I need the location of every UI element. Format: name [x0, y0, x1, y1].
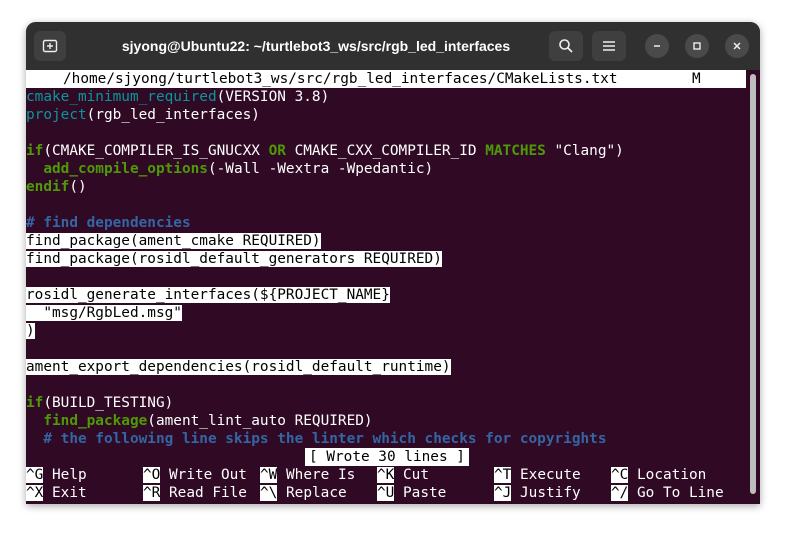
modified-flag: M	[692, 71, 701, 87]
search-button[interactable]	[549, 31, 583, 61]
shortcut-replace[interactable]: ^\ Replace	[260, 484, 347, 502]
scrollbar-thumb[interactable]	[750, 74, 756, 494]
terminal-window: sjyong@Ubuntu22: ~/turtlebot3_ws/src/rgb…	[26, 22, 760, 504]
maximize-icon	[693, 42, 701, 50]
close-icon	[733, 42, 741, 50]
shortcut-justify[interactable]: ^J Justify	[494, 484, 581, 502]
window-title: sjyong@Ubuntu22: ~/turtlebot3_ws/src/rgb…	[121, 38, 511, 54]
shortcut-paste[interactable]: ^U Paste	[377, 484, 446, 502]
code-line: find_package(ament_lint_auto REQUIRED)	[26, 413, 373, 429]
code-line: project(rgb_led_interfaces)	[26, 107, 260, 123]
code-line: find_package(rosidl_default_generators R…	[26, 251, 442, 267]
close-button[interactable]	[725, 34, 749, 58]
code-line: add_compile_options(-Wall -Wextra -Wpeda…	[26, 161, 434, 177]
title-bar: sjyong@Ubuntu22: ~/turtlebot3_ws/src/rgb…	[26, 22, 760, 70]
code-line: cmake_minimum_required(VERSION 3.8)	[26, 89, 330, 105]
shortcut-go-to-line[interactable]: ^/ Go To Line	[611, 484, 724, 502]
new-tab-icon	[42, 39, 58, 53]
shortcut-read-file[interactable]: ^R Read File	[143, 484, 247, 502]
shortcut-cut[interactable]: ^K Cut	[377, 466, 429, 484]
code-line: )	[26, 323, 35, 339]
shortcut-help[interactable]: ^G Help	[26, 466, 87, 484]
shortcut-write-out[interactable]: ^O Write Out	[143, 466, 247, 484]
comment-line: # the following line skips the linter wh…	[26, 431, 607, 447]
code-line: if(CMAKE_COMPILER_IS_GNUCXX OR CMAKE_CXX…	[26, 143, 624, 159]
code-line: "msg/RgbLed.msg"	[26, 305, 182, 321]
terminal-area[interactable]: /home/sjyong/turtlebot3_ws/src/rgb_led_i…	[26, 70, 748, 504]
nano-header: /home/sjyong/turtlebot3_ws/src/rgb_led_i…	[26, 70, 746, 88]
file-path: /home/sjyong/turtlebot3_ws/src/rgb_led_i…	[63, 71, 618, 87]
scrollbar[interactable]	[750, 74, 756, 500]
code-line: find_package(ament_cmake REQUIRED)	[26, 233, 321, 249]
minimize-button[interactable]	[645, 34, 669, 58]
hamburger-icon	[603, 41, 615, 51]
status-message: [ Wrote 30 lines ]	[305, 448, 469, 466]
new-tab-button[interactable]	[34, 31, 66, 61]
shortcut-location[interactable]: ^C Location	[611, 466, 706, 484]
search-icon	[559, 39, 573, 53]
code-line: rosidl_generate_interfaces(${PROJECT_NAM…	[26, 287, 390, 303]
code-line: endif()	[26, 179, 87, 195]
code-line: ament_export_dependencies(rosidl_default…	[26, 359, 451, 375]
code-line: if(BUILD_TESTING)	[26, 395, 174, 411]
shortcut-execute[interactable]: ^T Execute	[494, 466, 581, 484]
comment-line: # find dependencies	[26, 215, 191, 231]
shortcut-exit[interactable]: ^X Exit	[26, 484, 87, 502]
menu-button[interactable]	[592, 31, 626, 61]
minimize-icon	[654, 45, 660, 47]
shortcut-where-is[interactable]: ^W Where Is	[260, 466, 355, 484]
maximize-button[interactable]	[685, 34, 709, 58]
